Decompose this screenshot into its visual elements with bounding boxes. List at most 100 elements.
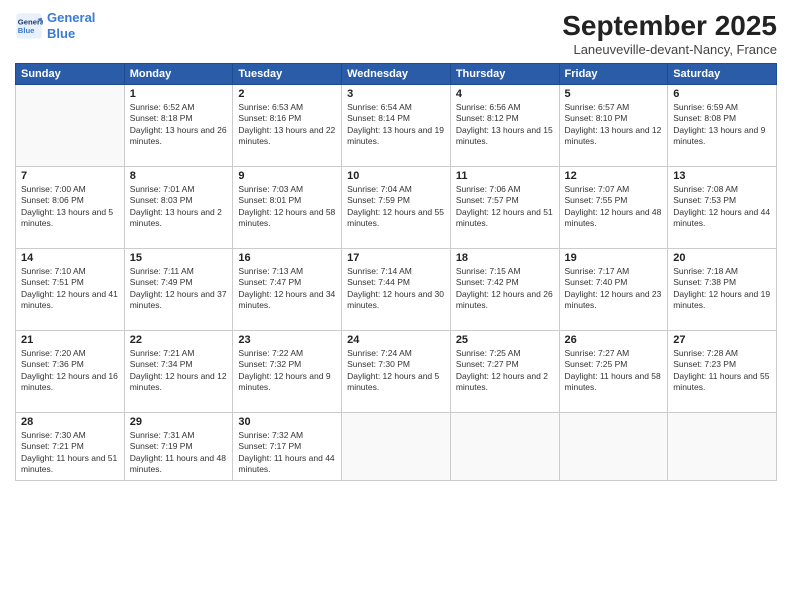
day-number: 10 (347, 170, 445, 182)
col-sunday: Sunday (16, 64, 125, 85)
calendar-cell: 9 Sunrise: 7:03 AM Sunset: 8:01 PM Dayli… (233, 167, 342, 249)
col-saturday: Saturday (668, 64, 777, 85)
day-number: 11 (456, 170, 554, 182)
calendar-cell: 11 Sunrise: 7:06 AM Sunset: 7:57 PM Dayl… (450, 167, 559, 249)
calendar-cell: 3 Sunrise: 6:54 AM Sunset: 8:14 PM Dayli… (342, 85, 451, 167)
week-row-1: 7 Sunrise: 7:00 AM Sunset: 8:06 PM Dayli… (16, 167, 777, 249)
day-number: 5 (565, 88, 663, 100)
calendar-cell: 16 Sunrise: 7:13 AM Sunset: 7:47 PM Dayl… (233, 249, 342, 331)
cell-info: Sunrise: 7:22 AM Sunset: 7:32 PM Dayligh… (238, 348, 336, 394)
calendar: Sunday Monday Tuesday Wednesday Thursday… (15, 63, 777, 481)
cell-info: Sunrise: 7:27 AM Sunset: 7:25 PM Dayligh… (565, 348, 663, 394)
cell-info: Sunrise: 6:53 AM Sunset: 8:16 PM Dayligh… (238, 102, 336, 148)
day-number: 22 (130, 334, 228, 346)
cell-info: Sunrise: 7:04 AM Sunset: 7:59 PM Dayligh… (347, 184, 445, 230)
calendar-cell: 17 Sunrise: 7:14 AM Sunset: 7:44 PM Dayl… (342, 249, 451, 331)
cell-info: Sunrise: 7:30 AM Sunset: 7:21 PM Dayligh… (21, 430, 119, 476)
cell-info: Sunrise: 7:08 AM Sunset: 7:53 PM Dayligh… (673, 184, 771, 230)
cell-info: Sunrise: 7:24 AM Sunset: 7:30 PM Dayligh… (347, 348, 445, 394)
day-number: 14 (21, 252, 119, 264)
col-tuesday: Tuesday (233, 64, 342, 85)
col-monday: Monday (124, 64, 233, 85)
logo: General Blue General Blue (15, 10, 95, 41)
cell-info: Sunrise: 7:15 AM Sunset: 7:42 PM Dayligh… (456, 266, 554, 312)
day-number: 28 (21, 416, 119, 428)
calendar-cell: 26 Sunrise: 7:27 AM Sunset: 7:25 PM Dayl… (559, 331, 668, 413)
calendar-cell: 5 Sunrise: 6:57 AM Sunset: 8:10 PM Dayli… (559, 85, 668, 167)
day-number: 15 (130, 252, 228, 264)
cell-info: Sunrise: 6:57 AM Sunset: 8:10 PM Dayligh… (565, 102, 663, 148)
calendar-cell (342, 413, 451, 481)
cell-info: Sunrise: 7:20 AM Sunset: 7:36 PM Dayligh… (21, 348, 119, 394)
calendar-cell: 24 Sunrise: 7:24 AM Sunset: 7:30 PM Dayl… (342, 331, 451, 413)
day-number: 21 (21, 334, 119, 346)
day-number: 25 (456, 334, 554, 346)
calendar-cell: 25 Sunrise: 7:25 AM Sunset: 7:27 PM Dayl… (450, 331, 559, 413)
cell-info: Sunrise: 6:59 AM Sunset: 8:08 PM Dayligh… (673, 102, 771, 148)
day-number: 17 (347, 252, 445, 264)
page: General Blue General Blue September 2025… (0, 0, 792, 612)
calendar-cell: 30 Sunrise: 7:32 AM Sunset: 7:17 PM Dayl… (233, 413, 342, 481)
day-number: 1 (130, 88, 228, 100)
day-number: 7 (21, 170, 119, 182)
month-title: September 2025 (562, 10, 777, 42)
day-number: 27 (673, 334, 771, 346)
day-number: 18 (456, 252, 554, 264)
week-row-4: 28 Sunrise: 7:30 AM Sunset: 7:21 PM Dayl… (16, 413, 777, 481)
cell-info: Sunrise: 7:21 AM Sunset: 7:34 PM Dayligh… (130, 348, 228, 394)
cell-info: Sunrise: 7:03 AM Sunset: 8:01 PM Dayligh… (238, 184, 336, 230)
day-number: 13 (673, 170, 771, 182)
calendar-cell: 12 Sunrise: 7:07 AM Sunset: 7:55 PM Dayl… (559, 167, 668, 249)
cell-info: Sunrise: 7:11 AM Sunset: 7:49 PM Dayligh… (130, 266, 228, 312)
week-row-2: 14 Sunrise: 7:10 AM Sunset: 7:51 PM Dayl… (16, 249, 777, 331)
calendar-cell: 1 Sunrise: 6:52 AM Sunset: 8:18 PM Dayli… (124, 85, 233, 167)
day-number: 26 (565, 334, 663, 346)
cell-info: Sunrise: 7:13 AM Sunset: 7:47 PM Dayligh… (238, 266, 336, 312)
calendar-cell: 2 Sunrise: 6:53 AM Sunset: 8:16 PM Dayli… (233, 85, 342, 167)
cell-info: Sunrise: 7:06 AM Sunset: 7:57 PM Dayligh… (456, 184, 554, 230)
week-row-3: 21 Sunrise: 7:20 AM Sunset: 7:36 PM Dayl… (16, 331, 777, 413)
calendar-cell: 20 Sunrise: 7:18 AM Sunset: 7:38 PM Dayl… (668, 249, 777, 331)
calendar-cell: 29 Sunrise: 7:31 AM Sunset: 7:19 PM Dayl… (124, 413, 233, 481)
cell-info: Sunrise: 7:31 AM Sunset: 7:19 PM Dayligh… (130, 430, 228, 476)
col-thursday: Thursday (450, 64, 559, 85)
day-number: 16 (238, 252, 336, 264)
day-number: 8 (130, 170, 228, 182)
location: Laneuveville-devant-Nancy, France (562, 42, 777, 57)
calendar-cell (668, 413, 777, 481)
cell-info: Sunrise: 7:32 AM Sunset: 7:17 PM Dayligh… (238, 430, 336, 476)
calendar-cell: 13 Sunrise: 7:08 AM Sunset: 7:53 PM Dayl… (668, 167, 777, 249)
logo-text: General Blue (47, 10, 95, 41)
calendar-cell: 4 Sunrise: 6:56 AM Sunset: 8:12 PM Dayli… (450, 85, 559, 167)
calendar-cell: 15 Sunrise: 7:11 AM Sunset: 7:49 PM Dayl… (124, 249, 233, 331)
calendar-cell: 22 Sunrise: 7:21 AM Sunset: 7:34 PM Dayl… (124, 331, 233, 413)
day-number: 23 (238, 334, 336, 346)
week-row-0: 1 Sunrise: 6:52 AM Sunset: 8:18 PM Dayli… (16, 85, 777, 167)
calendar-cell: 27 Sunrise: 7:28 AM Sunset: 7:23 PM Dayl… (668, 331, 777, 413)
title-block: September 2025 Laneuveville-devant-Nancy… (562, 10, 777, 57)
col-wednesday: Wednesday (342, 64, 451, 85)
col-friday: Friday (559, 64, 668, 85)
calendar-cell: 21 Sunrise: 7:20 AM Sunset: 7:36 PM Dayl… (16, 331, 125, 413)
day-number: 12 (565, 170, 663, 182)
day-number: 3 (347, 88, 445, 100)
calendar-cell (16, 85, 125, 167)
day-number: 30 (238, 416, 336, 428)
calendar-cell: 19 Sunrise: 7:17 AM Sunset: 7:40 PM Dayl… (559, 249, 668, 331)
calendar-cell: 14 Sunrise: 7:10 AM Sunset: 7:51 PM Dayl… (16, 249, 125, 331)
calendar-cell: 28 Sunrise: 7:30 AM Sunset: 7:21 PM Dayl… (16, 413, 125, 481)
calendar-cell: 10 Sunrise: 7:04 AM Sunset: 7:59 PM Dayl… (342, 167, 451, 249)
calendar-cell: 8 Sunrise: 7:01 AM Sunset: 8:03 PM Dayli… (124, 167, 233, 249)
day-number: 2 (238, 88, 336, 100)
day-number: 4 (456, 88, 554, 100)
day-number: 24 (347, 334, 445, 346)
cell-info: Sunrise: 7:10 AM Sunset: 7:51 PM Dayligh… (21, 266, 119, 312)
cell-info: Sunrise: 7:07 AM Sunset: 7:55 PM Dayligh… (565, 184, 663, 230)
weekday-header-row: Sunday Monday Tuesday Wednesday Thursday… (16, 64, 777, 85)
cell-info: Sunrise: 7:18 AM Sunset: 7:38 PM Dayligh… (673, 266, 771, 312)
day-number: 29 (130, 416, 228, 428)
cell-info: Sunrise: 6:56 AM Sunset: 8:12 PM Dayligh… (456, 102, 554, 148)
calendar-cell: 7 Sunrise: 7:00 AM Sunset: 8:06 PM Dayli… (16, 167, 125, 249)
cell-info: Sunrise: 6:52 AM Sunset: 8:18 PM Dayligh… (130, 102, 228, 148)
header: General Blue General Blue September 2025… (15, 10, 777, 57)
